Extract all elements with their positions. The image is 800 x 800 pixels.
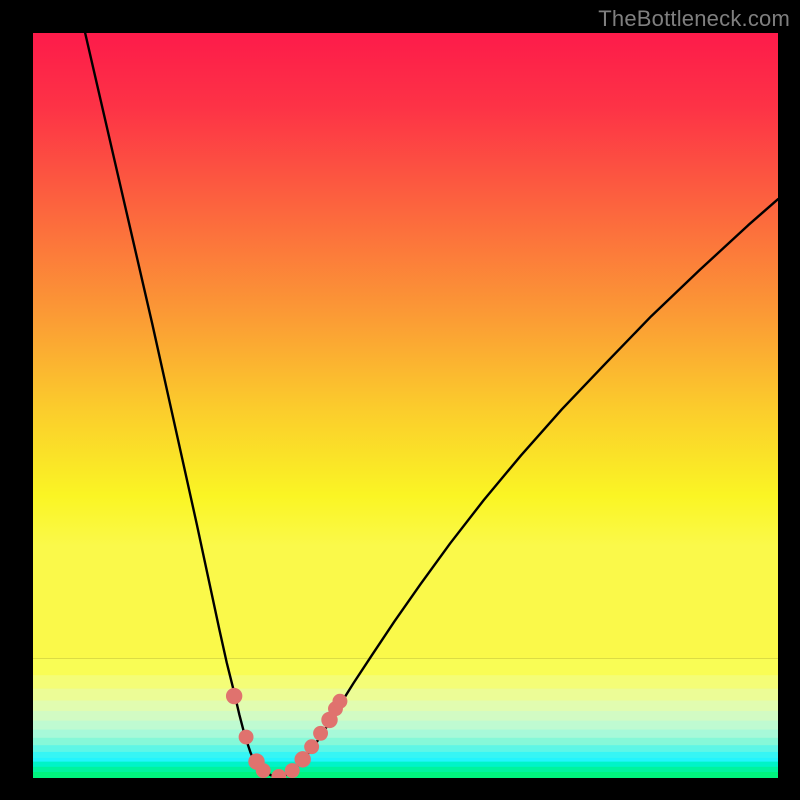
band <box>33 758 778 762</box>
band <box>33 675 778 689</box>
band <box>33 701 778 712</box>
watermark-text: TheBottleneck.com <box>598 6 790 32</box>
band <box>33 711 778 721</box>
band <box>33 689 778 701</box>
band <box>33 772 778 778</box>
plot-area <box>33 33 778 778</box>
band <box>33 752 778 758</box>
chart-svg <box>33 33 778 778</box>
band <box>33 762 778 768</box>
marker-right-mid-a <box>304 739 319 754</box>
band <box>33 767 778 773</box>
marker-left-low-b <box>256 763 271 778</box>
marker-right-low-b <box>294 751 310 767</box>
band <box>33 659 778 676</box>
band <box>33 721 778 730</box>
marker-left-mid <box>239 730 254 745</box>
marker-right-upper-c <box>332 694 347 709</box>
chart-frame: TheBottleneck.com <box>0 0 800 800</box>
band <box>33 738 778 746</box>
marker-right-mid-b <box>313 726 328 741</box>
band <box>33 730 778 739</box>
marker-left-upper <box>226 688 242 704</box>
band <box>33 745 778 752</box>
gradient-bg <box>33 33 778 659</box>
